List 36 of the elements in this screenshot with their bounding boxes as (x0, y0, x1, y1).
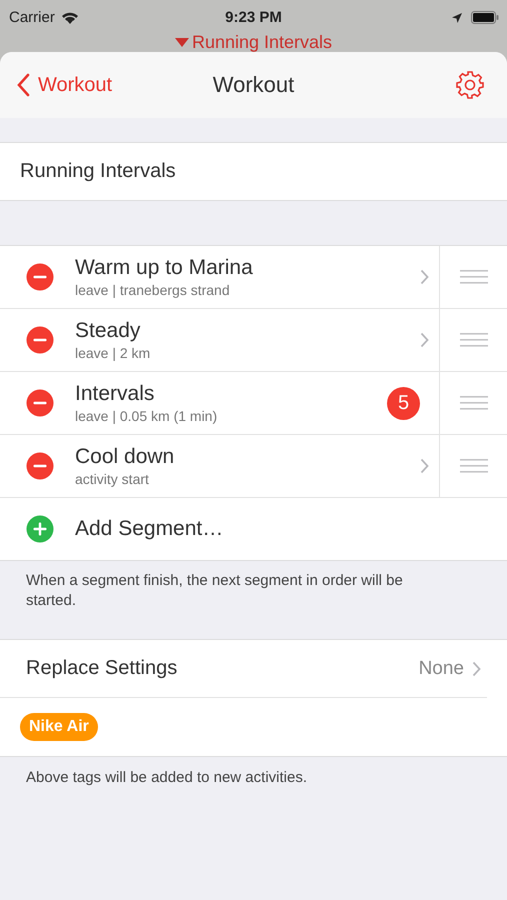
count-badge: 5 (387, 386, 420, 420)
chevron-icon (472, 660, 481, 676)
add-icon[interactable] (26, 515, 54, 543)
chevron-icon (420, 458, 429, 474)
segment-title: Cool down (75, 445, 176, 469)
status-time: 9:23 PM (225, 9, 282, 26)
battery-icon (471, 11, 499, 24)
settings-icon[interactable] (455, 70, 485, 100)
segment-subtitle: leave | 0.05 km (1 min) (75, 408, 218, 424)
delete-icon[interactable] (26, 263, 54, 291)
caret-icon (174, 38, 189, 48)
segment-subtitle: activity start (75, 471, 150, 487)
delete-icon[interactable] (26, 326, 54, 354)
replace-settings-label: Replace Settings (26, 657, 178, 680)
add-segment-button[interactable]: Add Segment… (75, 517, 224, 541)
wifi-icon (60, 11, 79, 24)
delete-icon[interactable] (26, 389, 54, 417)
segment-subtitle: leave | 2 km (75, 345, 152, 361)
background-title: Running Intervals (192, 31, 332, 52)
replace-settings-value: None (418, 658, 464, 680)
chevron-icon (420, 332, 429, 348)
chevron-icon (420, 269, 429, 285)
carrier-name: Carrier (9, 9, 55, 26)
segments-footnote: When a segment finish, the next segment in order will be started. (25, 571, 404, 611)
location-icon (451, 12, 463, 24)
replace-settings-row[interactable]: Replace Settings None (0, 640, 487, 698)
delete-icon[interactable] (26, 452, 54, 480)
segment-title: Intervals (75, 382, 156, 406)
segment-subtitle: leave | tranebergs strand (75, 282, 231, 298)
segment-title: Steady (75, 319, 142, 343)
back-button[interactable]: Workout (16, 73, 112, 97)
nav-title: Workout (212, 72, 294, 98)
workout-name-field[interactable]: Running Intervals (20, 160, 176, 183)
segment-title: Warm up to Marina (75, 256, 254, 280)
tags-footnote: Above tags will be added to new activities. (25, 768, 308, 788)
back-icon[interactable] (16, 73, 30, 97)
